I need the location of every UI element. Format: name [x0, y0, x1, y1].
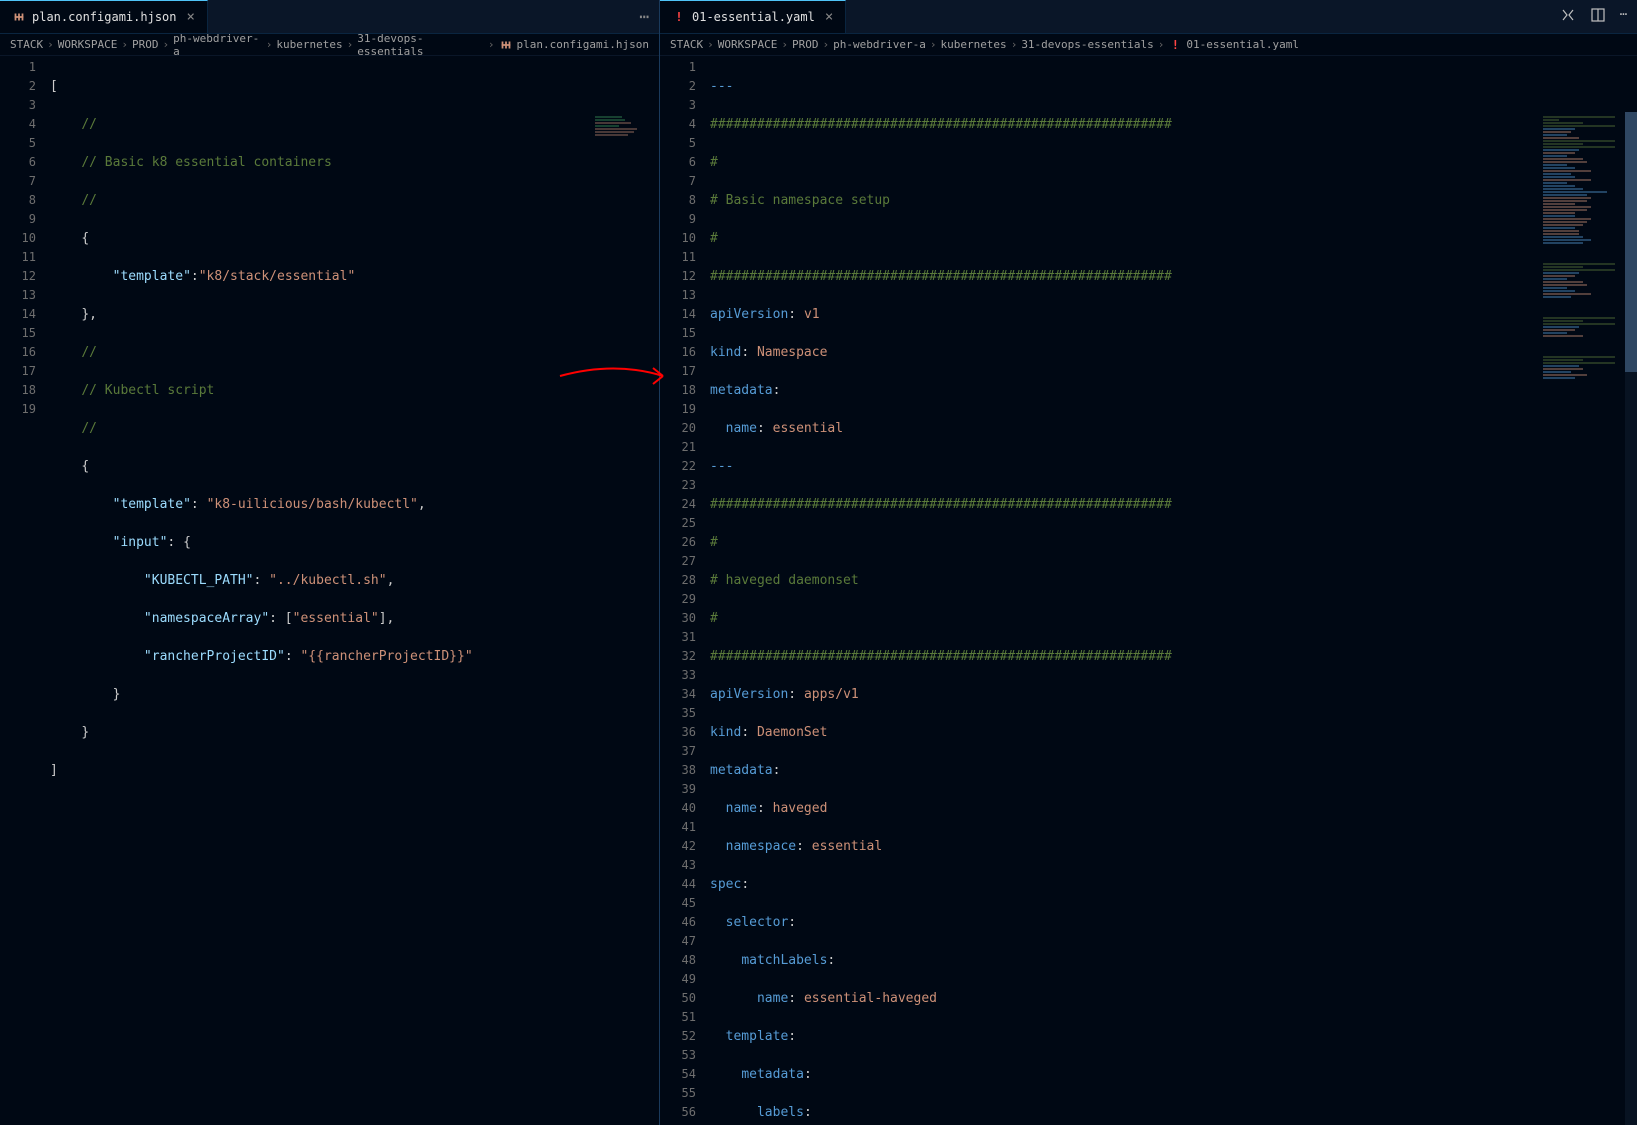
- minimap-right[interactable]: [1543, 116, 1623, 576]
- tab-essential-yaml[interactable]: ! 01-essential.yaml ×: [660, 0, 846, 33]
- crumb[interactable]: 31-devops-essentials: [1021, 38, 1153, 51]
- editor-left[interactable]: 12345678910111213141516171819 [ // // Ba…: [0, 56, 659, 1125]
- crumb[interactable]: plan.configami.hjson: [517, 38, 649, 51]
- crumb[interactable]: ph-webdriver-a: [833, 38, 926, 51]
- editor-right[interactable]: 1234567891011121314151617181920212223242…: [660, 56, 1637, 1125]
- crumb[interactable]: PROD: [132, 38, 159, 51]
- code-area-left[interactable]: [ // // Basic k8 essential containers //…: [50, 56, 659, 1125]
- close-icon[interactable]: ×: [825, 9, 833, 25]
- hjson-file-icon: [12, 10, 26, 24]
- editor-pane-right: ! 01-essential.yaml × ⋯ STACK› WORKSPACE…: [660, 0, 1637, 1125]
- breadcrumb-left: STACK› WORKSPACE› PROD› ph-webdriver-a› …: [0, 34, 659, 56]
- code-area-right[interactable]: --- ####################################…: [710, 56, 1637, 1125]
- editor-pane-left: plan.configami.hjson × ⋯ STACK› WORKSPAC…: [0, 0, 660, 1125]
- crumb[interactable]: 01-essential.yaml: [1186, 38, 1299, 51]
- crumb[interactable]: kubernetes: [940, 38, 1006, 51]
- compare-icon[interactable]: [1560, 7, 1576, 26]
- yaml-file-icon: !: [1168, 38, 1182, 52]
- breadcrumb-right: STACK› WORKSPACE› PROD› ph-webdriver-a› …: [660, 34, 1637, 56]
- crumb[interactable]: STACK: [10, 38, 43, 51]
- tab-overflow-icon[interactable]: ⋯: [629, 7, 659, 26]
- line-gutter: 1234567891011121314151617181920212223242…: [660, 56, 710, 1125]
- close-icon[interactable]: ×: [187, 9, 195, 25]
- tabbar-right: ! 01-essential.yaml × ⋯: [660, 0, 1637, 34]
- yaml-file-icon: !: [672, 10, 686, 24]
- minimap-left[interactable]: [595, 116, 655, 146]
- tabbar-left: plan.configami.hjson × ⋯: [0, 0, 659, 34]
- tab-label: plan.configami.hjson: [32, 10, 177, 24]
- scrollbar[interactable]: [1625, 112, 1637, 1125]
- crumb[interactable]: STACK: [670, 38, 703, 51]
- crumb[interactable]: kubernetes: [276, 38, 342, 51]
- hjson-file-icon: [499, 38, 513, 52]
- crumb[interactable]: WORKSPACE: [58, 38, 118, 51]
- crumb[interactable]: PROD: [792, 38, 819, 51]
- line-gutter: 12345678910111213141516171819: [0, 56, 50, 1125]
- tab-plan-configami[interactable]: plan.configami.hjson ×: [0, 0, 208, 33]
- editor-actions: ⋯: [1550, 7, 1637, 26]
- tab-label: 01-essential.yaml: [692, 10, 815, 24]
- crumb[interactable]: WORKSPACE: [718, 38, 778, 51]
- more-actions-icon[interactable]: ⋯: [1620, 7, 1627, 26]
- crumb[interactable]: ph-webdriver-a: [173, 32, 262, 58]
- crumb[interactable]: 31-devops-essentials: [357, 32, 484, 58]
- split-editor-icon[interactable]: [1590, 7, 1606, 26]
- scrollbar-thumb[interactable]: [1625, 112, 1637, 372]
